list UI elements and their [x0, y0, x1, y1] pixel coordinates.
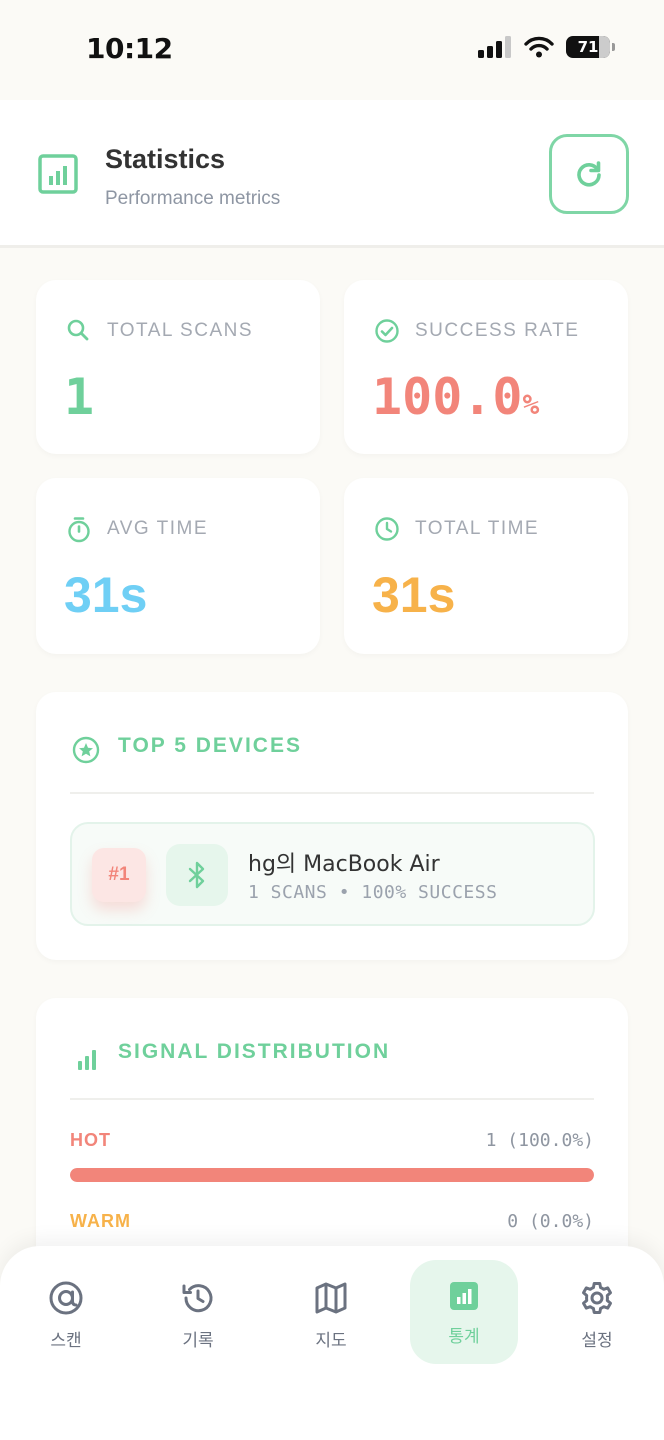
- stopwatch-icon: [68, 517, 90, 543]
- history-icon: [182, 1284, 213, 1313]
- stat-value: 1: [64, 368, 95, 426]
- tab-label: 설정: [581, 1331, 613, 1351]
- device-row[interactable]: #1 hg의 MacBook Air 1 SCANS • 100% SUCCES…: [70, 822, 595, 926]
- signal-bars-icon: [78, 1050, 96, 1070]
- battery-indicator: 71: [566, 36, 615, 58]
- clock-icon: [375, 517, 399, 541]
- stat-card-total-time: TOTAL TIME 31s: [344, 478, 628, 654]
- tab-label: 지도: [315, 1331, 347, 1351]
- signal-bar-fill: [70, 1168, 594, 1182]
- signal-value: 0 (0.0%): [507, 1211, 594, 1232]
- signal-label: HOT: [70, 1130, 111, 1150]
- signal-value: 1 (100.0%): [485, 1130, 594, 1151]
- stat-label: TOTAL SCANS: [107, 320, 254, 341]
- gear-icon: [582, 1282, 612, 1314]
- device-type-badge: [166, 844, 228, 906]
- check-circle-icon: [375, 319, 399, 343]
- refresh-button[interactable]: [549, 134, 629, 214]
- battery-level: 71: [577, 38, 599, 56]
- section-title: SIGNAL DISTRIBUTION: [118, 1040, 391, 1063]
- signal-row-hot: HOT 1 (100.0%): [70, 1130, 594, 1190]
- tab-settings[interactable]: 설정: [543, 1260, 651, 1364]
- star-badge-icon: [72, 736, 100, 764]
- tab-label: 통계: [448, 1327, 480, 1347]
- stat-label: SUCCESS RATE: [415, 320, 580, 341]
- section-title: TOP 5 DEVICES: [118, 734, 302, 757]
- tab-label: 기록: [182, 1331, 214, 1351]
- page-title: Statistics: [105, 144, 226, 174]
- stat-value: 31s: [372, 567, 456, 623]
- bottom-tab-bar: 스캔 기록 지도 통계 설정: [0, 1246, 664, 1440]
- status-time: 10:12: [86, 32, 173, 65]
- cellular-signal-icon: [478, 36, 511, 58]
- status-bar: 10:12 71: [0, 0, 664, 100]
- tab-label: 스캔: [50, 1331, 82, 1351]
- signal-label: WARM: [70, 1211, 131, 1231]
- stat-label: TOTAL TIME: [415, 518, 540, 539]
- search-icon: [67, 319, 89, 341]
- bar-chart-icon: [38, 154, 78, 194]
- stat-value: 31s: [64, 567, 148, 623]
- tab-history[interactable]: 기록: [144, 1260, 252, 1364]
- refresh-icon: [577, 161, 601, 187]
- tab-scan[interactable]: 스캔: [12, 1260, 120, 1364]
- stat-value: 100.0%: [372, 368, 540, 426]
- stat-card-total-scans: TOTAL SCANS 1: [36, 280, 320, 454]
- bar-chart-icon: [450, 1282, 478, 1310]
- map-icon: [315, 1282, 347, 1314]
- top-devices-card: TOP 5 DEVICES #1 hg의 MacBook Air 1 SCANS…: [36, 692, 628, 960]
- page-subtitle: Performance metrics: [105, 188, 281, 209]
- stat-card-success-rate: SUCCESS RATE 100.0%: [344, 280, 628, 454]
- divider: [70, 792, 594, 794]
- device-name: hg의 MacBook Air: [248, 852, 440, 877]
- tab-map[interactable]: 지도: [277, 1260, 385, 1364]
- device-meta: 1 SCANS • 100% SUCCESS: [248, 882, 498, 903]
- at-sign-icon: [49, 1281, 83, 1315]
- bluetooth-icon: [188, 861, 205, 889]
- wifi-icon: [524, 36, 554, 58]
- page-header: Statistics Performance metrics: [0, 100, 664, 248]
- stat-label: AVG TIME: [107, 518, 209, 539]
- divider: [70, 1098, 594, 1100]
- rank-badge: #1: [92, 848, 146, 902]
- signal-bar: [70, 1168, 594, 1182]
- status-icons: 71: [478, 36, 615, 58]
- tab-statistics[interactable]: 통계: [410, 1260, 518, 1364]
- stat-card-avg-time: AVG TIME 31s: [36, 478, 320, 654]
